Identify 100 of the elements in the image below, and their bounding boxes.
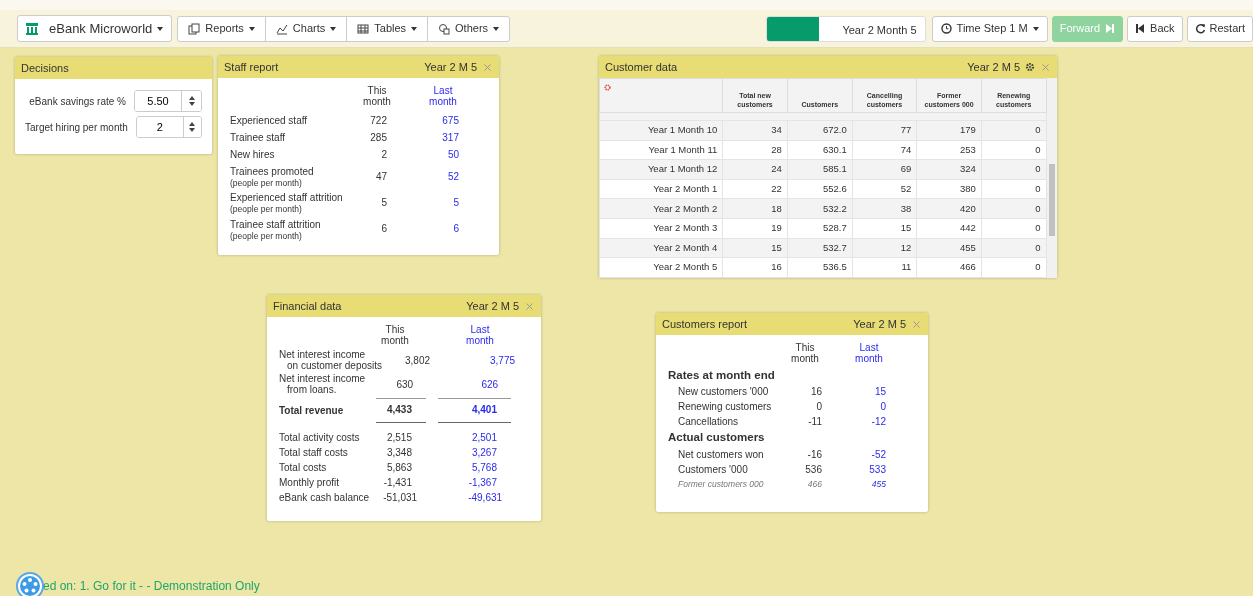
cell-value: 52 bbox=[446, 169, 459, 184]
table-cell: 22 bbox=[722, 179, 788, 199]
menu-button[interactable]: Tables bbox=[346, 15, 429, 42]
panel-title: Financial data bbox=[273, 298, 342, 314]
row-label: eBank cash balance bbox=[279, 491, 370, 505]
table-cell: 0 bbox=[981, 140, 1046, 160]
table-cell: 528.7 bbox=[787, 218, 853, 239]
row-note: (people per month) bbox=[230, 179, 303, 189]
cell-value: 5 bbox=[452, 196, 459, 210]
close-icon[interactable] bbox=[913, 320, 920, 328]
cell-value: -11 bbox=[807, 415, 822, 430]
number-field[interactable]: 5.50 bbox=[134, 90, 202, 112]
close-icon[interactable] bbox=[1042, 63, 1049, 71]
cell-value: 626 bbox=[481, 379, 499, 390]
period-label: Year 2 M 5 bbox=[424, 59, 477, 75]
row-label: on customer deposits bbox=[286, 360, 383, 371]
section-heading: Actual customers bbox=[668, 430, 766, 446]
scroll-thumb[interactable] bbox=[1048, 164, 1055, 236]
period-label: Year 2 M 5 bbox=[967, 59, 1020, 75]
skip-forward-icon bbox=[1105, 23, 1116, 34]
table-cell: 52 bbox=[852, 179, 917, 199]
row-label: Total revenue bbox=[279, 404, 345, 418]
cell-value: 0 bbox=[879, 400, 886, 415]
row-label: Total activity costs bbox=[279, 431, 361, 445]
menu-button[interactable]: Others bbox=[427, 15, 511, 42]
panel-title: Customer data bbox=[605, 59, 678, 75]
row-label: Experienced staff bbox=[230, 114, 309, 128]
cell-value: 15 bbox=[873, 385, 886, 400]
cell-value: 722 bbox=[369, 114, 387, 128]
refresh-icon bbox=[1194, 23, 1205, 34]
caret-icon bbox=[157, 26, 164, 31]
column-header: Last month bbox=[854, 343, 884, 364]
table-cell: Year 2 Month 2 bbox=[599, 198, 723, 219]
field-label: eBank savings rate % bbox=[29, 94, 126, 109]
close-icon[interactable] bbox=[526, 302, 533, 310]
table-cell: 536.5 bbox=[787, 257, 853, 278]
spin-arrows-icon[interactable] bbox=[188, 96, 195, 106]
row-label: Total staff costs bbox=[279, 446, 349, 460]
cell-value: 536 bbox=[804, 462, 822, 477]
table-cell: 28 bbox=[722, 140, 788, 160]
copy-icon bbox=[188, 22, 201, 35]
settings-icon[interactable] bbox=[604, 83, 611, 91]
cell-value: 4,433 bbox=[386, 404, 412, 415]
cell-value: 47 bbox=[374, 169, 387, 184]
caret-icon bbox=[248, 26, 255, 31]
back-button[interactable]: Back bbox=[1127, 15, 1183, 42]
time-step-dropdown[interactable]: Time Step 1 M bbox=[931, 15, 1048, 42]
panel-title: Staff report bbox=[224, 59, 279, 75]
cell-value: 3,348 bbox=[386, 447, 412, 458]
row-label: Trainees promoted bbox=[230, 166, 314, 177]
table-cell: 11 bbox=[852, 257, 917, 278]
row-label: Monthly profit bbox=[279, 476, 341, 490]
caret-icon bbox=[411, 26, 418, 31]
cell-value: 317 bbox=[441, 131, 459, 145]
line-chart-icon bbox=[275, 22, 288, 35]
cell-value: 50 bbox=[446, 148, 459, 162]
table-cell: 380 bbox=[916, 179, 982, 199]
row-label: Trainee staff bbox=[230, 131, 287, 145]
table-cell: Year 2 Month 5 bbox=[599, 257, 723, 278]
period-label: Year 2 M 5 bbox=[466, 298, 519, 314]
row-label: Net customers won bbox=[677, 447, 765, 462]
cell-value: 3,267 bbox=[471, 447, 497, 458]
row-label: Trainee staff attrition bbox=[230, 218, 321, 230]
table-cell: 630.1 bbox=[787, 140, 853, 160]
table-cell: 466 bbox=[916, 257, 982, 278]
table-cell: 442 bbox=[916, 218, 982, 239]
table-cell: 15 bbox=[852, 218, 917, 239]
table-cell: Year 1 Month 11 bbox=[599, 140, 723, 160]
cell-value: 630 bbox=[396, 379, 414, 390]
clock-icon bbox=[940, 23, 952, 34]
row-label: from loans. bbox=[286, 384, 338, 395]
column-header: Last month bbox=[428, 86, 458, 107]
number-field[interactable]: 2 bbox=[135, 116, 202, 138]
table-cell: Year 1 Month 10 bbox=[599, 120, 723, 141]
app-menu-button[interactable]: eBank Microworld bbox=[17, 15, 173, 42]
spin-arrows-icon[interactable] bbox=[189, 122, 196, 132]
table-cell: 16 bbox=[722, 257, 788, 278]
settings-icon[interactable] bbox=[1025, 62, 1035, 72]
table-cell: 0 bbox=[981, 257, 1046, 278]
row-label: Customers '000 bbox=[677, 462, 749, 477]
row-label: Cancellations bbox=[677, 415, 740, 430]
cell-value: 5 bbox=[380, 196, 387, 210]
column-header: Last month bbox=[465, 325, 495, 346]
chat-icon bbox=[438, 22, 451, 35]
menu-button[interactable]: Charts bbox=[264, 15, 348, 42]
cell-value: 2 bbox=[380, 148, 387, 162]
cell-value: 2,501 bbox=[471, 432, 497, 443]
bank-icon bbox=[26, 22, 38, 35]
menu-button[interactable]: Reports bbox=[177, 15, 266, 42]
cell-value: 3,775 bbox=[490, 355, 516, 366]
row-label: Former customers 000 bbox=[677, 477, 765, 491]
restart-button[interactable]: Restart bbox=[1186, 15, 1253, 42]
row-label: New customers '000 bbox=[677, 385, 770, 400]
row-note: (people per month) bbox=[230, 231, 303, 242]
cell-value: 4,401 bbox=[471, 404, 497, 415]
close-icon[interactable] bbox=[484, 63, 491, 71]
table-icon bbox=[357, 22, 370, 35]
period-label: Year 2 M 5 bbox=[853, 316, 906, 332]
status-text: ed on: 1. Go for it - - Demonstration Only bbox=[43, 578, 260, 595]
table-cell: Year 2 Month 3 bbox=[599, 218, 723, 239]
